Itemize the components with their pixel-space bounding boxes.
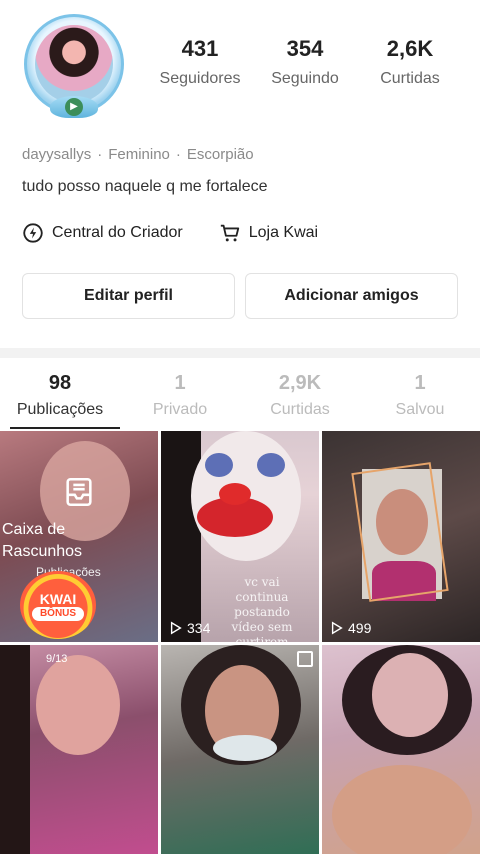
username: dayysallys — [22, 146, 92, 163]
add-friends-button[interactable]: Adicionar amigos — [245, 273, 458, 319]
profile-links: Central do Criador Loja Kwai — [22, 222, 318, 244]
avatar-photo — [35, 25, 113, 103]
stat-following[interactable]: 354 Seguindo — [255, 36, 355, 88]
profile-bio: tudo posso naquele q me fortalece — [22, 178, 268, 195]
kwai-badge-label: BÔNUS — [32, 607, 84, 621]
tab-saved[interactable]: 1 Salvou — [360, 366, 480, 430]
photo-hair — [0, 645, 30, 854]
stat-label: Seguindo — [271, 70, 339, 87]
profile-actions: Editar perfil Adicionar amigos — [22, 273, 458, 319]
post-thumbnail[interactable]: 9/13 — [0, 645, 158, 854]
photo-eye — [205, 453, 233, 477]
play-icon — [331, 621, 343, 635]
edit-profile-button[interactable]: Editar perfil — [22, 273, 235, 319]
tab-label: Curtidas — [270, 401, 330, 418]
tab-label: Publicações — [16, 401, 104, 418]
cart-icon — [220, 224, 239, 242]
stat-likes[interactable]: 2,6K Curtidas — [360, 36, 460, 88]
tab-private[interactable]: 1 Privado — [120, 366, 240, 430]
kwai-badge-title: KWAI — [39, 591, 77, 607]
drafts-title: Caixa de Rascunhos — [2, 521, 83, 560]
creator-center-label: Central do Criador — [52, 224, 183, 241]
tab-count: 2,9K — [278, 372, 322, 394]
photo-body — [332, 765, 472, 854]
photo-face — [36, 655, 120, 755]
tab-liked[interactable]: 2,9K Curtidas — [240, 366, 360, 430]
stat-label: Curtidas — [380, 70, 440, 87]
photo-face — [372, 653, 448, 737]
gender: Feminino — [108, 146, 170, 163]
stat-value: 2,6K — [386, 36, 434, 61]
play-icon — [170, 621, 182, 635]
creator-center-link[interactable]: Central do Criador — [22, 222, 183, 244]
tab-label: Privado — [152, 401, 208, 418]
post-thumbnail[interactable]: 499 — [322, 431, 480, 642]
post-thumbnail[interactable]: vc vai continua postando vídeo sem curti… — [161, 431, 319, 642]
gallery-icon — [297, 651, 313, 667]
zodiac-sign: Escorpião — [186, 146, 254, 163]
tab-publications[interactable]: 98 Publicações — [0, 366, 120, 430]
shop-link[interactable]: Loja Kwai — [219, 222, 318, 244]
photo-mask — [213, 735, 277, 761]
tab-count: 98 — [48, 372, 72, 394]
stat-value: 354 — [286, 36, 324, 61]
posts-grid: Caixa de Rascunhos Publicações KWAI BÔNU… — [0, 431, 480, 854]
post-thumbnail[interactable] — [322, 645, 480, 854]
tab-label: Salvou — [395, 401, 445, 418]
kwai-bonus-badge[interactable]: KWAI BÔNUS — [20, 571, 96, 639]
play-icon: ▶ — [65, 98, 83, 116]
profile-stats: 431 Seguidores 354 Seguindo 2,6K Curtida… — [150, 36, 460, 88]
section-divider — [0, 348, 480, 358]
active-tab-indicator — [10, 427, 120, 429]
drafts-tile[interactable]: Caixa de Rascunhos Publicações KWAI BÔNU… — [0, 431, 158, 642]
profile-meta: dayysallys · Feminino · Escorpião — [22, 146, 254, 163]
video-caption-overlay: vc vai continua postando vídeo sem curti… — [231, 575, 293, 642]
photo-hair — [161, 431, 201, 642]
photo-nose — [219, 483, 251, 505]
tab-count: 1 — [414, 372, 426, 394]
avatar[interactable]: ▶ — [20, 10, 128, 126]
play-count: 334 — [169, 620, 210, 636]
stat-followers[interactable]: 431 Seguidores — [150, 36, 250, 88]
separator: · — [175, 146, 181, 163]
play-count-value: 334 — [187, 620, 211, 636]
tab-count: 1 — [174, 372, 186, 394]
content-tabs: 98 Publicações 1 Privado 2,9K Curtidas 1… — [0, 366, 480, 430]
photo-eye — [257, 453, 285, 477]
post-thumbnail[interactable] — [161, 645, 319, 854]
page-counter: 9/13 — [46, 653, 68, 665]
inbox-icon — [66, 477, 92, 507]
separator: · — [97, 146, 103, 163]
lightning-icon — [23, 223, 43, 243]
play-count-value: 499 — [348, 620, 372, 636]
shop-label: Loja Kwai — [248, 224, 319, 241]
stat-label: Seguidores — [159, 70, 241, 87]
play-count: 499 — [330, 620, 371, 636]
stat-value: 431 — [181, 36, 219, 61]
